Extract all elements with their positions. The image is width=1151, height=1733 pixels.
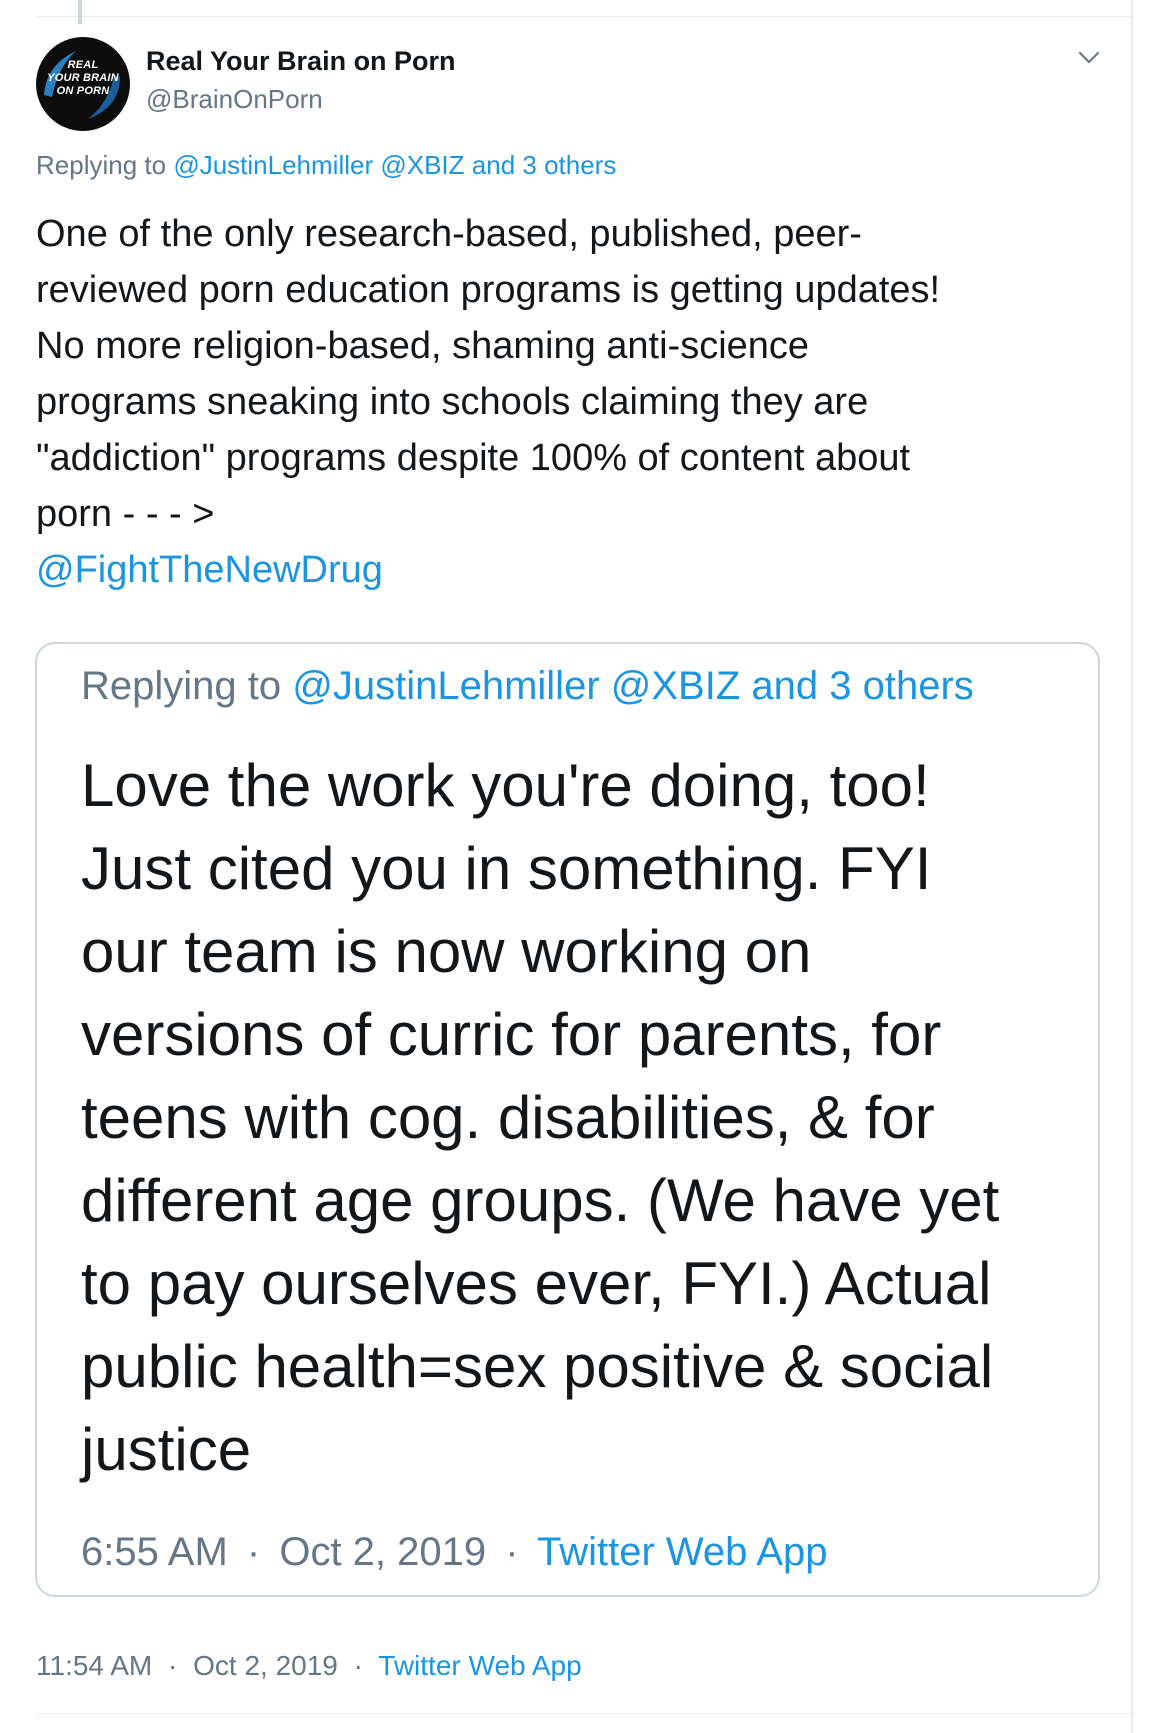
embedded-tweet-text: Love the work you're doing, too! Just ci… [81,752,1000,1483]
tweet-time[interactable]: 11:54 AM [36,1650,152,1681]
avatar-line-3: ON PORN [56,85,110,97]
embedded-separator-dot: · [246,1530,261,1574]
mention-xbiz[interactable]: @XBIZ [380,150,464,180]
display-name[interactable]: Real Your Brain on Porn [146,46,456,77]
chevron-down-icon[interactable] [1076,44,1102,70]
replying-to-label: Replying to [36,150,167,180]
avatar-line-1: REAL [67,59,99,71]
separator-dot-2: · [353,1650,363,1681]
mention-fightthenewdrug[interactable]: @FightTheNewDrug [36,542,383,598]
user-handle[interactable]: @BrainOnPorn [146,84,323,115]
tweet-timestamp-line: 11:54 AM · Oct 2, 2019 · Twitter Web App [36,1650,582,1682]
tweet-date[interactable]: Oct 2, 2019 [193,1650,338,1681]
embedded-date: Oct 2, 2019 [279,1530,487,1574]
embedded-separator-dot-2: · [505,1530,519,1574]
embedded-mention-justinlehmiller: @JustinLehmiller [292,664,600,708]
embedded-time: 6:55 AM [81,1530,228,1574]
avatar[interactable]: REAL YOUR BRAIN ON PORN [36,37,130,131]
timeline-right-border [1131,0,1133,1733]
embedded-mention-xbiz: @XBIZ [610,664,741,708]
avatar-logo-text: REAL YOUR BRAIN ON PORN [36,59,130,98]
embedded-replying-to-label: Replying to [81,664,282,708]
mention-justinlehmiller[interactable]: @JustinLehmiller [173,150,373,180]
embedded-source-app: Twitter Web App [536,1530,828,1574]
tweet-bottom-border [36,1713,1132,1714]
embedded-and-others: and 3 others [751,664,974,708]
embedded-replying-to-line: Replying to @JustinLehmiller @XBIZ and 3… [81,664,974,709]
tweet-top-border [36,16,1132,17]
tweet-text: One of the only research-based, publishe… [36,213,941,535]
replying-to-line: Replying to @JustinLehmiller @XBIZ and 3… [36,150,616,181]
thread-connector-line [78,0,82,24]
tweet-source-app[interactable]: Twitter Web App [378,1650,581,1681]
separator-dot: · [168,1650,178,1681]
embedded-tweet-meta: 6:55 AM · Oct 2, 2019 · Twitter Web App [81,1530,828,1575]
avatar-line-2: YOUR BRAIN [47,72,119,84]
and-others-link[interactable]: and 3 others [472,150,617,180]
